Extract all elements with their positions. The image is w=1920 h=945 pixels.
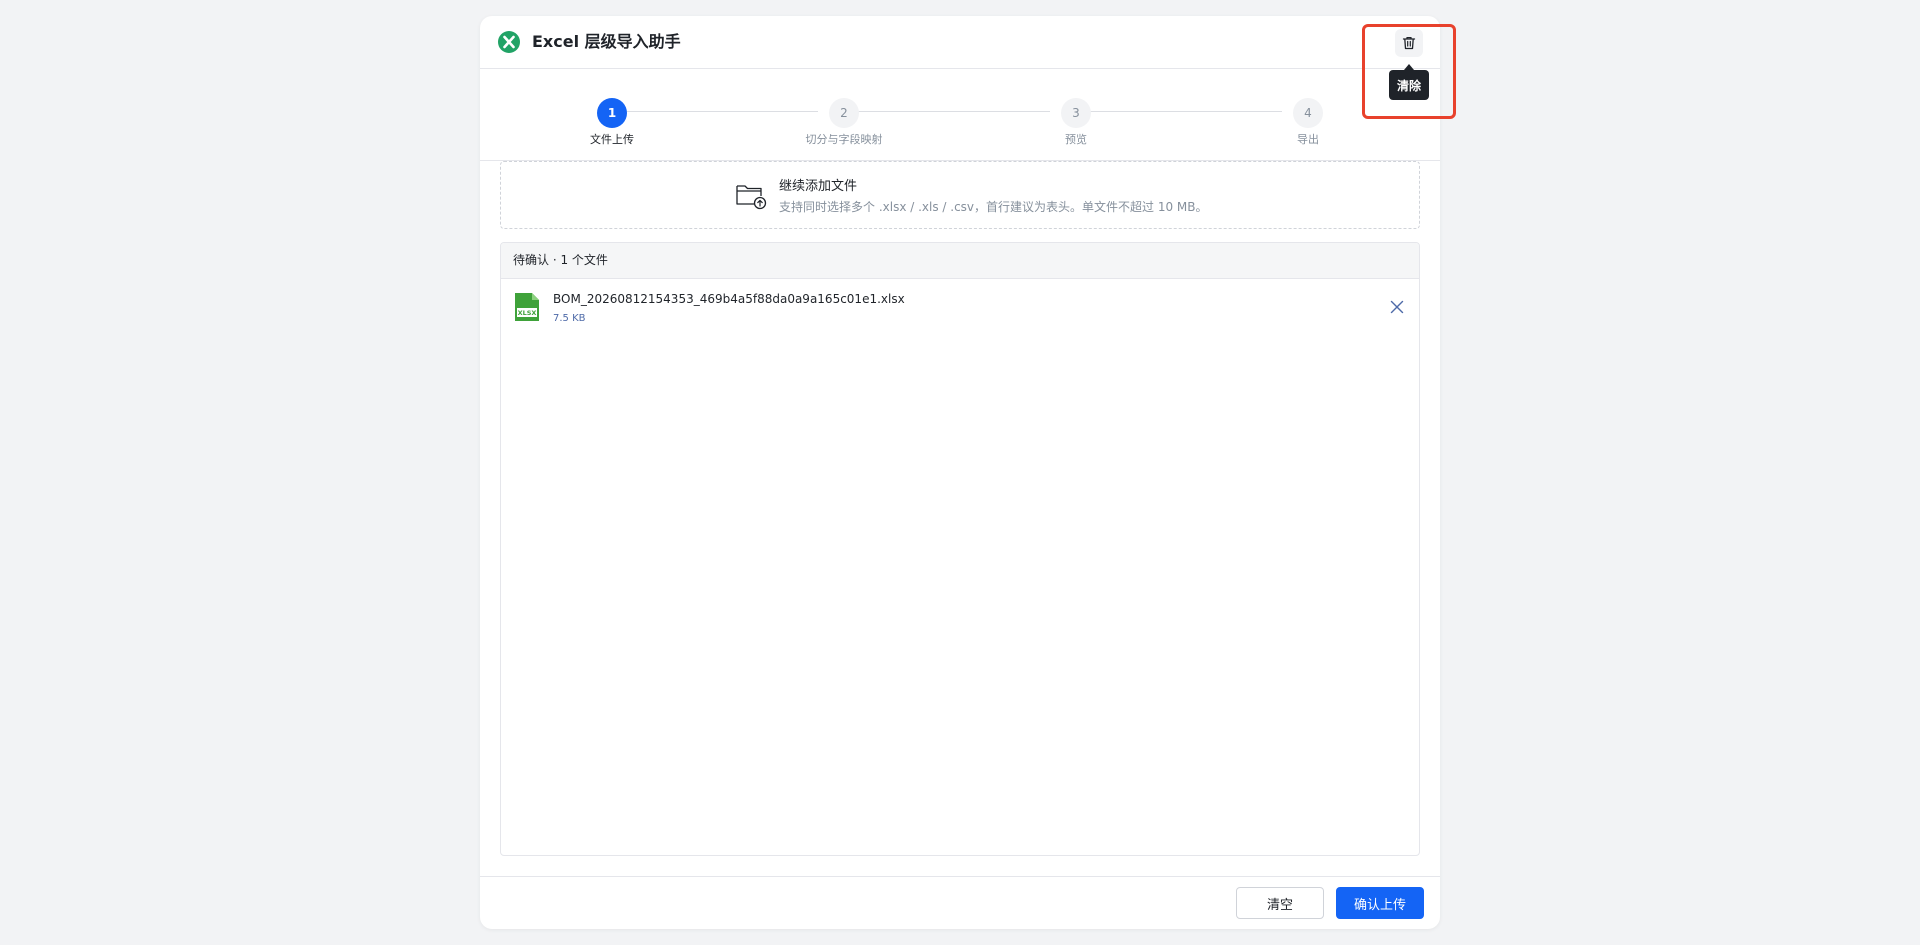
file-name: BOM_20260812154353_469b4a5f88da0a9a165c0… [553, 292, 905, 306]
dropzone-title: 继续添加文件 [779, 179, 858, 194]
import-dialog: Excel 层级导入助手 清除 1 文件上传 2 切分与字段映射 3 预览 4 … [480, 16, 1456, 929]
file-dropzone[interactable]: 继续添加文件 支持同时选择多个 .xlsx / .xls / .csv，首行建议… [500, 161, 1420, 229]
step-label: 切分与字段映射 [805, 133, 883, 146]
pending-file-list: 待确认 · 1 个文件 XLSX BOM_20260812154353_469b… [500, 242, 1420, 856]
clear-button[interactable]: 清空 [1236, 887, 1324, 919]
step-mapping[interactable]: 2 切分与字段映射 [774, 98, 914, 147]
folder-upload-icon [736, 185, 767, 210]
step-label: 导出 [1297, 133, 1319, 146]
step-number: 3 [1061, 98, 1091, 128]
dialog-header: Excel 层级导入助手 清除 [480, 16, 1456, 119]
step-number: 2 [829, 98, 859, 128]
excel-logo-icon [498, 31, 520, 53]
dropzone-hint: 支持同时选择多个 .xlsx / .xls / .csv，首行建议为表头。单文件… [779, 200, 1208, 214]
dialog-footer: 清空 确认上传 [480, 876, 1440, 929]
stepper: 1 文件上传 2 切分与字段映射 3 预览 4 导出 [480, 69, 1440, 161]
step-label: 预览 [1065, 133, 1087, 146]
step-export[interactable]: 4 导出 [1238, 98, 1378, 147]
close-icon [1390, 300, 1404, 314]
step-upload[interactable]: 1 文件上传 [542, 98, 682, 147]
dialog-title: Excel 层级导入助手 [532, 32, 681, 51]
remove-file-button[interactable] [1387, 297, 1407, 317]
step-label: 文件上传 [590, 133, 634, 146]
svg-text:XLSX: XLSX [518, 309, 537, 317]
step-number: 1 [597, 98, 627, 128]
file-list-header: 待确认 · 1 个文件 [501, 243, 1419, 279]
confirm-upload-button[interactable]: 确认上传 [1336, 887, 1424, 919]
file-row: XLSX BOM_20260812154353_469b4a5f88da0a9a… [501, 279, 1419, 337]
step-number: 4 [1293, 98, 1323, 128]
xlsx-file-icon: XLSX [515, 293, 539, 321]
file-size: 7.5 KB [553, 313, 586, 324]
step-preview[interactable]: 3 预览 [1006, 98, 1146, 147]
